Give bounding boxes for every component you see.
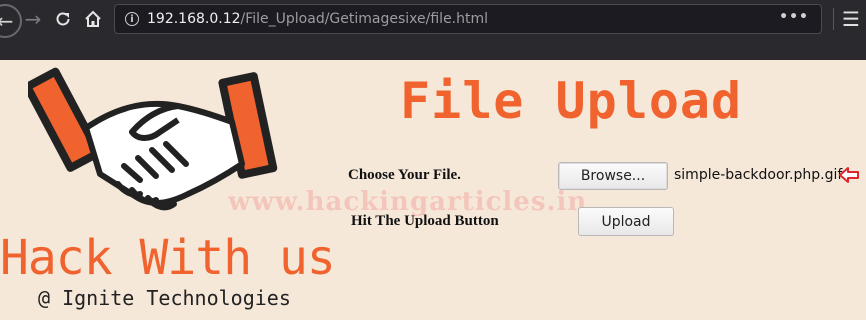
browser-toolbar: ← → i 192.168.0.12/File_Upload/Getimages… (0, 0, 866, 38)
toolbar-strip (0, 38, 866, 60)
choose-file-label: Choose Your File. (348, 167, 461, 183)
selected-file-name: simple-backdoor.php.gif (674, 167, 843, 183)
page-actions-icon[interactable]: ••• (779, 9, 809, 25)
address-bar[interactable]: i 192.168.0.12/File_Upload/Getimagesixe/… (114, 4, 822, 34)
page-content: Hack With us @ Ignite Technologies File … (0, 60, 866, 320)
brand-subtitle: @ Ignite Technologies (38, 286, 291, 310)
upload-button[interactable]: Upload (578, 207, 674, 236)
forward-icon[interactable]: → (18, 4, 48, 34)
menu-icon[interactable]: ☰ (842, 7, 860, 31)
upload-label: Hit The Upload Button (351, 213, 499, 229)
red-arrow-left-icon (839, 167, 859, 183)
url-host: 192.168.0.12 (147, 11, 241, 27)
home-icon[interactable] (78, 4, 108, 34)
url-text[interactable]: 192.168.0.12/File_Upload/Getimagesixe/fi… (147, 11, 488, 27)
info-icon[interactable]: i (125, 12, 139, 26)
reload-icon[interactable] (48, 4, 78, 34)
brand-title: Hack With us (0, 230, 336, 286)
url-path: /File_Upload/Getimagesixe/file.html (240, 11, 489, 27)
browse-button[interactable]: Browse... (558, 162, 668, 190)
toolbar-divider (833, 8, 834, 30)
page-title: File Upload (400, 72, 743, 130)
